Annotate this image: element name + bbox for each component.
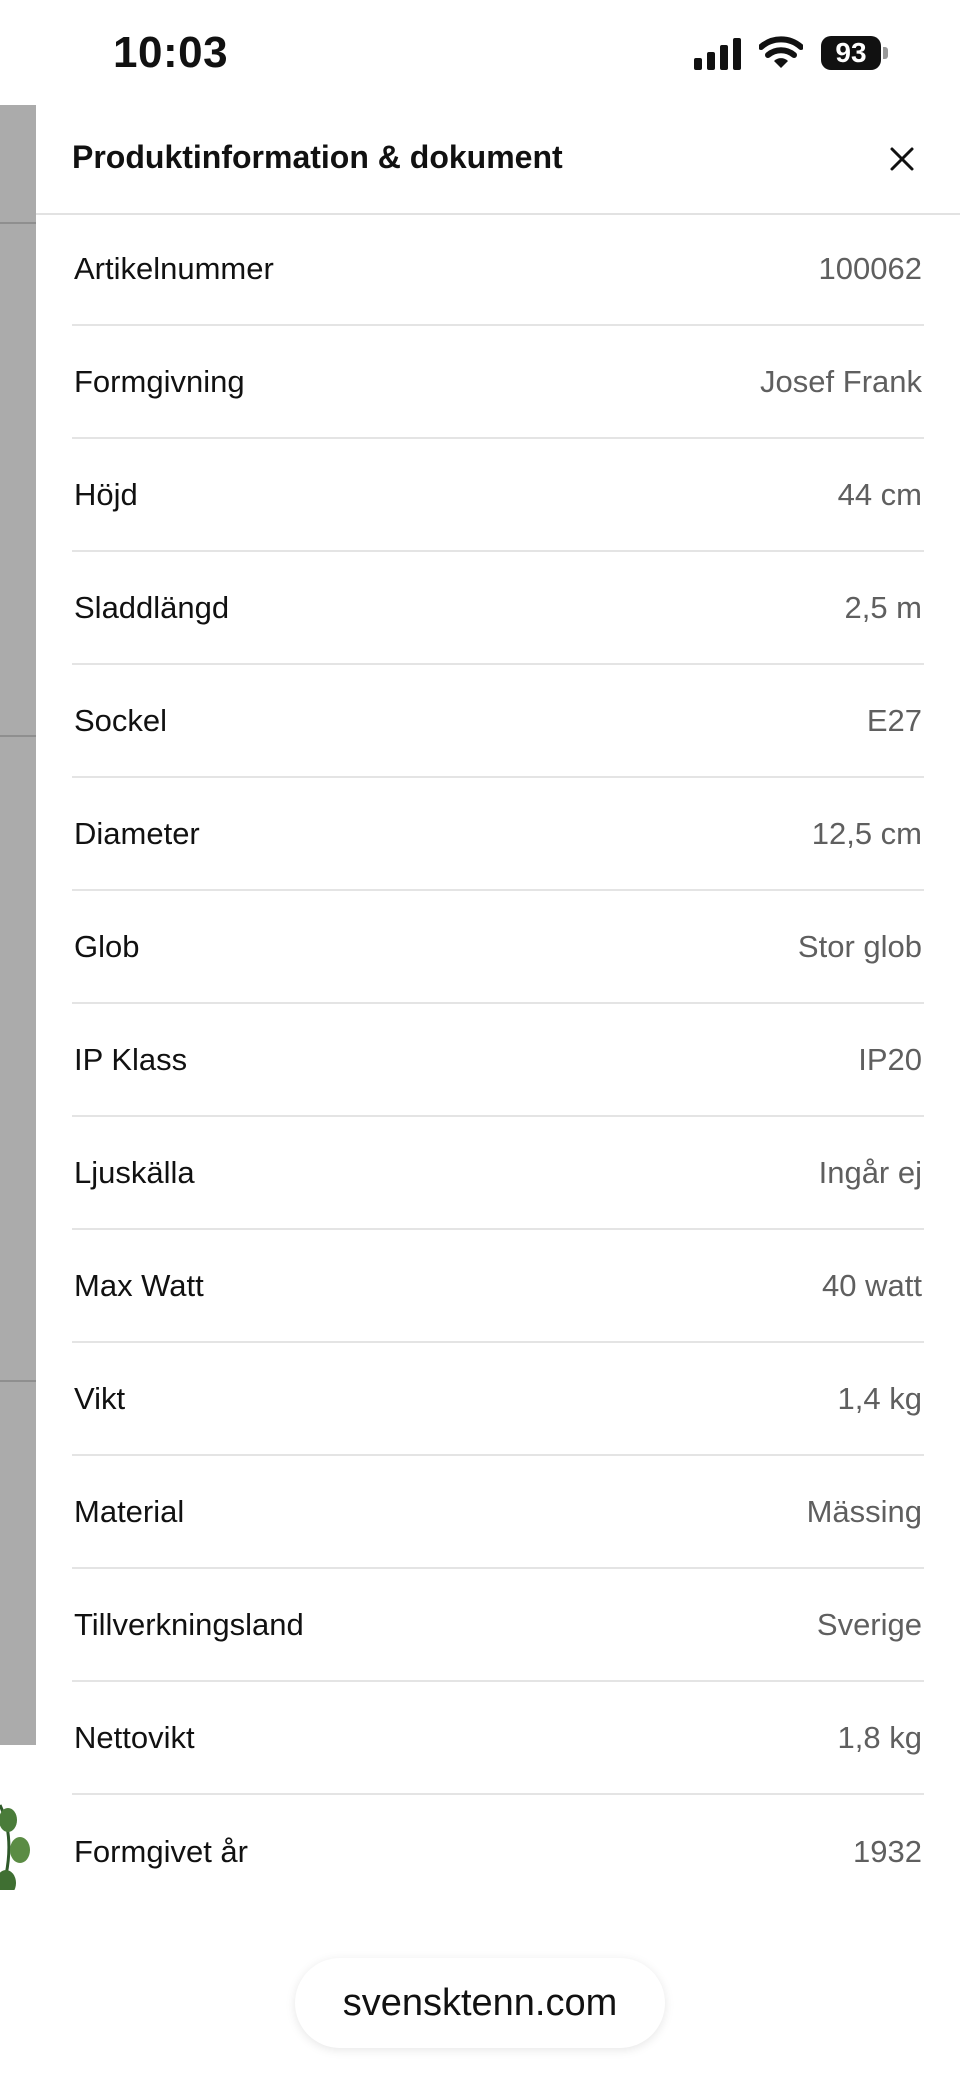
spec-label: Material bbox=[74, 1493, 185, 1529]
spec-row-nettovikt: Nettovikt 1,8 kg bbox=[72, 1682, 924, 1795]
cellular-signal-icon bbox=[694, 36, 741, 70]
spec-value: Stor glob bbox=[797, 928, 922, 964]
battery-icon: 93 bbox=[821, 36, 888, 70]
spec-label: Artikelnummer bbox=[74, 250, 274, 286]
address-bar[interactable]: svensktenn.com bbox=[295, 1958, 665, 2048]
spec-value: E27 bbox=[866, 702, 922, 738]
spec-label: Nettovikt bbox=[74, 1719, 195, 1755]
spec-value: 100062 bbox=[818, 250, 922, 286]
spec-value: 1932 bbox=[853, 1833, 922, 1869]
spec-row-diameter: Diameter 12,5 cm bbox=[72, 778, 924, 891]
spec-label: Vikt bbox=[74, 1380, 126, 1416]
spec-label: Formgivning bbox=[74, 363, 245, 399]
spec-row-glob: Glob Stor glob bbox=[72, 891, 924, 1004]
close-icon[interactable] bbox=[884, 141, 920, 177]
spec-label: Diameter bbox=[74, 815, 200, 851]
wifi-icon bbox=[759, 36, 803, 68]
spec-value: 1,8 kg bbox=[837, 1719, 922, 1755]
spec-row-max-watt: Max Watt 40 watt bbox=[72, 1230, 924, 1343]
spec-row-ip-klass: IP Klass IP20 bbox=[72, 1004, 924, 1117]
spec-label: Formgivet år bbox=[74, 1833, 248, 1869]
background-page-backdrop[interactable] bbox=[0, 105, 36, 1995]
status-bar: 10:03 93 bbox=[0, 0, 960, 105]
status-icons: 93 bbox=[694, 36, 888, 70]
spec-value: Josef Frank bbox=[760, 363, 922, 399]
spec-label: Sladdlängd bbox=[74, 589, 230, 625]
spec-row-artikelnummer: Artikelnummer 100062 bbox=[72, 213, 924, 326]
spec-value: 2,5 m bbox=[844, 589, 922, 625]
spec-list: Artikelnummer 100062 Formgivning Josef F… bbox=[72, 213, 924, 1908]
spec-label: Ljuskälla bbox=[74, 1154, 195, 1190]
spec-label: IP Klass bbox=[74, 1041, 188, 1077]
spec-label: Sockel bbox=[74, 702, 168, 738]
status-time: 10:03 bbox=[113, 28, 229, 77]
spec-label: Höjd bbox=[74, 476, 138, 512]
spec-row-sockel: Sockel E27 bbox=[72, 665, 924, 778]
spec-label: Tillverkningsland bbox=[74, 1606, 304, 1642]
product-info-drawer: Produktinformation & dokument Artikelnum… bbox=[36, 105, 960, 1890]
battery-level: 93 bbox=[821, 36, 881, 70]
spec-row-material: Material Mässing bbox=[72, 1456, 924, 1569]
spec-row-formgivning: Formgivning Josef Frank bbox=[72, 326, 924, 439]
spec-row-tillverkningsland: Tillverkningsland Sverige bbox=[72, 1569, 924, 1682]
spec-row-sladdlangd: Sladdlängd 2,5 m bbox=[72, 552, 924, 665]
drawer-title: Produktinformation & dokument bbox=[72, 139, 563, 175]
spec-row-hojd: Höjd 44 cm bbox=[72, 439, 924, 552]
spec-value: IP20 bbox=[858, 1041, 922, 1077]
browser-bottom-bar: svensktenn.com bbox=[0, 1890, 960, 2077]
spec-value: Sverige bbox=[816, 1606, 922, 1642]
spec-label: Glob bbox=[74, 928, 140, 964]
spec-row-ljuskalla: Ljuskälla Ingår ej bbox=[72, 1117, 924, 1230]
spec-value: Mässing bbox=[806, 1493, 922, 1529]
spec-value: 40 watt bbox=[822, 1267, 922, 1303]
spec-label: Max Watt bbox=[74, 1267, 204, 1303]
spec-value: 1,4 kg bbox=[837, 1380, 922, 1416]
spec-value: 44 cm bbox=[837, 476, 922, 512]
spec-row-vikt: Vikt 1,4 kg bbox=[72, 1343, 924, 1456]
spec-value: 12,5 cm bbox=[811, 815, 922, 851]
drawer-header: Produktinformation & dokument bbox=[36, 105, 960, 215]
spec-value: Ingår ej bbox=[818, 1154, 922, 1190]
